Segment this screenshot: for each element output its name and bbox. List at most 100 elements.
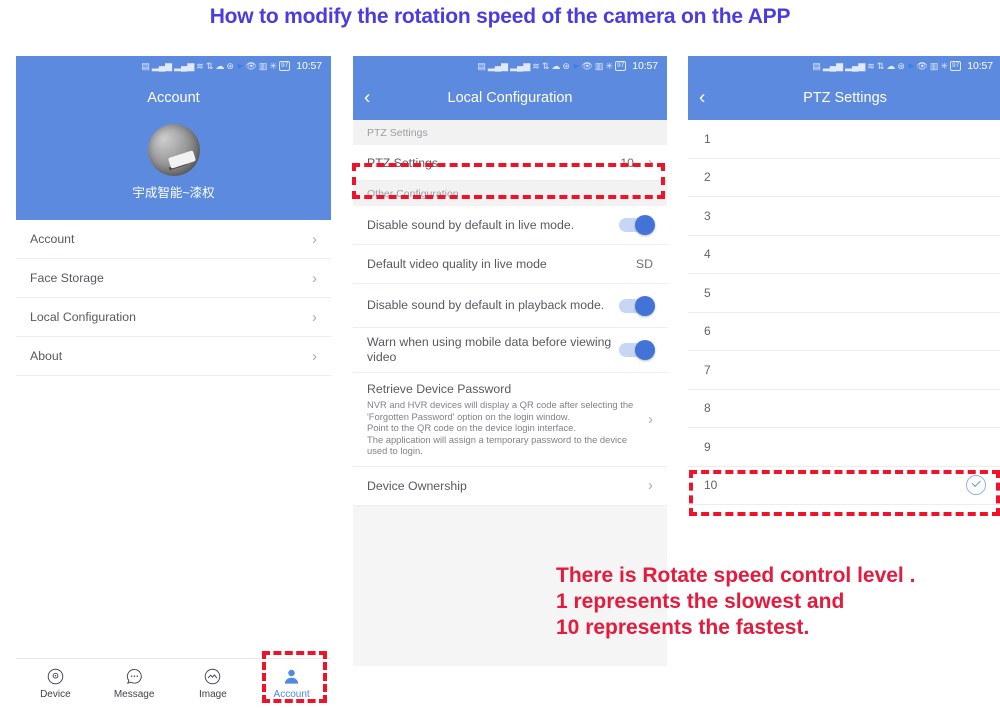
- bottom-tab-bar: Device Message Image Account: [16, 658, 331, 708]
- location-icon: ➤: [571, 60, 580, 71]
- ptz-level-option[interactable]: 8: [688, 389, 1000, 428]
- annotation-text: There is Rotate speed control level . 1 …: [556, 564, 916, 639]
- ptz-level-number: 7: [704, 362, 711, 377]
- sync-icon: ⇅: [205, 60, 214, 71]
- ptz-level-option[interactable]: 4: [688, 235, 1000, 274]
- chevron-right-icon: ›: [648, 410, 653, 428]
- bluetooth-icon: ✳: [605, 60, 613, 71]
- eye-icon: 👁: [581, 60, 593, 71]
- vibrate-icon: ▥: [258, 60, 268, 71]
- ptz-level-option-selected[interactable]: 10: [688, 466, 1000, 505]
- menu-item-about[interactable]: About ›: [16, 337, 331, 376]
- menu-item-label: Face Storage: [30, 271, 104, 285]
- tab-account[interactable]: Account: [252, 659, 331, 708]
- bluetooth-icon: ✳: [940, 60, 948, 71]
- wifi-icon: ≋: [196, 60, 204, 71]
- tab-message[interactable]: Message: [95, 659, 174, 708]
- row-ptz-settings[interactable]: PTZ Settings 10 ›: [353, 145, 667, 181]
- chevron-right-icon: ›: [312, 269, 317, 287]
- status-bar: ▤ ▂▄▆ ▂▄▆ ≋ ⇅ ☁ ⊛ ➤ 👁 ▥ ✳ 97 10:57: [16, 56, 331, 76]
- ptz-level-number: 1: [704, 131, 711, 146]
- menu-item-face-storage[interactable]: Face Storage ›: [16, 259, 331, 298]
- page-title: How to modify the rotation speed of the …: [209, 5, 791, 28]
- bluetooth-icon: ✳: [269, 60, 277, 71]
- status-bar-icons: ▤ ▂▄▆ ▂▄▆ ≋ ⇅ ☁ ⊛ ➤ 👁 ▥ ✳ 97 10:57: [477, 61, 658, 72]
- ptz-level-number: 10: [704, 478, 718, 493]
- vibrate-icon: ▥: [929, 60, 939, 71]
- sim-cards-icon: ▤: [141, 60, 150, 71]
- chevron-right-icon: ›: [312, 230, 317, 248]
- chevron-left-icon[interactable]: ‹: [364, 89, 370, 108]
- ptz-level-option[interactable]: 7: [688, 351, 1000, 390]
- toggle-disable-sound-playback[interactable]: [619, 295, 655, 316]
- chevron-right-icon: ›: [312, 308, 317, 326]
- retrieve-password-body: NVR and HVR devices will display a QR co…: [367, 399, 634, 457]
- tab-label: Device: [40, 689, 71, 700]
- profile-name: 宇成智能~漆权: [132, 186, 215, 200]
- battery-level: 97: [614, 61, 627, 71]
- dnd-icon: ⊛: [562, 60, 570, 71]
- row-disable-sound-live[interactable]: Disable sound by default in live mode.: [353, 206, 667, 245]
- signal-1-icon: ▂▄▆: [151, 60, 173, 71]
- signal-1-icon: ▂▄▆: [487, 60, 509, 71]
- profile-block[interactable]: 宇成智能~漆权: [16, 120, 331, 220]
- eye-icon: 👁: [916, 60, 928, 71]
- ptz-level-option[interactable]: 9: [688, 428, 1000, 467]
- cloud-icon: ☁: [215, 60, 225, 71]
- location-icon: ➤: [235, 60, 244, 71]
- tab-label: Message: [113, 689, 155, 700]
- nav-header-ptz-settings: ‹ PTZ Settings: [688, 76, 1000, 120]
- sim-cards-icon: ▤: [477, 60, 486, 71]
- ptz-level-number: 6: [704, 324, 711, 339]
- row-default-video-quality[interactable]: Default video quality in live mode SD: [353, 245, 667, 284]
- toggle-warn-mobile-data[interactable]: [619, 340, 655, 360]
- row-label: Warn when using mobile data before viewi…: [367, 335, 612, 364]
- row-warn-mobile-data[interactable]: Warn when using mobile data before viewi…: [353, 328, 667, 373]
- menu-item-local-configuration[interactable]: Local Configuration ›: [16, 298, 331, 337]
- nav-title: Local Configuration: [447, 90, 573, 106]
- battery-level: 97: [949, 61, 962, 71]
- sync-icon: ⇅: [876, 60, 885, 71]
- ptz-level-option[interactable]: 2: [688, 158, 1000, 197]
- ptz-level-number: 4: [704, 247, 711, 262]
- status-bar-clock: 10:57: [967, 59, 993, 72]
- row-label: PTZ Settings: [367, 155, 439, 170]
- ptz-level-number: 5: [704, 285, 711, 300]
- tab-label: Image: [198, 689, 227, 700]
- wifi-icon: ≋: [532, 60, 540, 71]
- tab-label: Account: [273, 689, 310, 700]
- toggle-disable-sound-live[interactable]: [619, 215, 655, 235]
- status-bar-clock: 10:57: [296, 59, 322, 72]
- ptz-level-option[interactable]: 1: [688, 120, 1000, 159]
- ptz-level-option[interactable]: 5: [688, 274, 1000, 313]
- ptz-level-option[interactable]: 3: [688, 197, 1000, 236]
- chevron-left-icon[interactable]: ‹: [699, 89, 705, 108]
- tab-device[interactable]: Device: [16, 659, 95, 708]
- menu-item-account[interactable]: Account ›: [16, 220, 331, 259]
- row-label: Device Ownership: [367, 478, 467, 493]
- row-value: 10: [620, 155, 634, 170]
- retrieve-password-text: Retrieve Device Password NVR and HVR dev…: [367, 382, 648, 457]
- location-icon: ➤: [906, 60, 915, 71]
- vibrate-icon: ▥: [594, 60, 604, 71]
- row-label: Disable sound by default in live mode.: [367, 218, 575, 232]
- signal-2-icon: ▂▄▆: [845, 60, 866, 71]
- status-bar: ▤ ▂▄▆ ▂▄▆ ≋ ⇅ ☁ ⊛ ➤ 👁 ▥ ✳ 97 10:57: [353, 56, 667, 76]
- tab-image[interactable]: Image: [174, 659, 253, 708]
- row-device-ownership[interactable]: Device Ownership ›: [353, 466, 667, 506]
- dnd-icon: ⊛: [226, 60, 234, 71]
- ptz-level-option[interactable]: 6: [688, 312, 1000, 351]
- ptz-level-list: 1 2 3 4 5 6 7 8 9 10: [688, 120, 1000, 505]
- other-configuration-list: Disable sound by default in live mode. D…: [353, 206, 667, 506]
- ptz-level-number: 2: [704, 170, 711, 185]
- menu-item-label: Local Configuration: [30, 310, 136, 324]
- row-retrieve-device-password[interactable]: Retrieve Device Password NVR and HVR dev…: [353, 373, 667, 467]
- wifi-icon: ≋: [867, 60, 875, 71]
- message-bubble-icon: [126, 669, 142, 684]
- dnd-icon: ⊛: [897, 60, 905, 71]
- menu-item-label: About: [30, 349, 63, 363]
- chevron-right-icon: ›: [648, 477, 653, 495]
- avatar[interactable]: [147, 124, 200, 176]
- account-person-icon: [284, 669, 299, 684]
- row-disable-sound-playback[interactable]: Disable sound by default in playback mod…: [353, 284, 667, 328]
